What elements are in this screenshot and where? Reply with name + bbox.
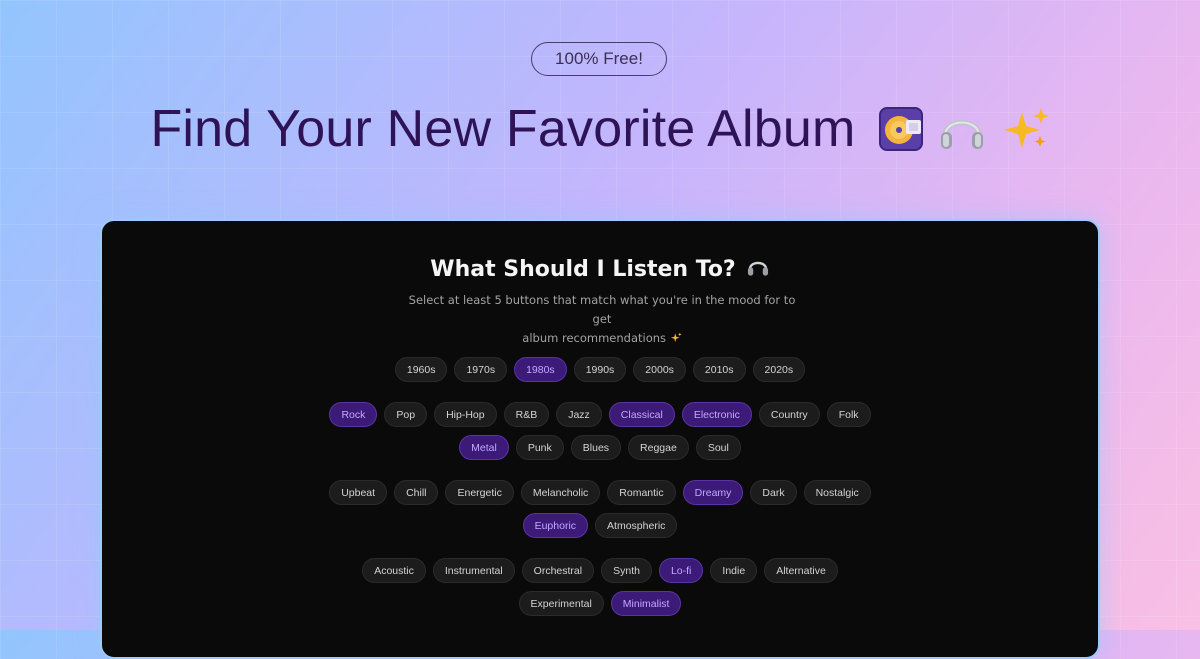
minidisc-icon <box>878 106 924 152</box>
mood-row-1: Upbeat Chill Energetic Melancholic Romantic D… <box>102 480 1098 505</box>
chip-jazz[interactable]: Jazz <box>556 402 602 427</box>
chip-romantic[interactable]: Romantic <box>607 480 676 505</box>
free-badge: 100% Free! <box>531 42 667 76</box>
chip-lo-fi[interactable]: Lo-fi <box>658 558 704 583</box>
title-emojis <box>878 106 1050 152</box>
chip-minimalist[interactable]: Minimalist <box>610 591 682 616</box>
chip-euphoric[interactable]: Euphoric <box>522 513 589 538</box>
headphones-icon <box>746 255 770 283</box>
chip-classical[interactable]: Classical <box>608 402 675 427</box>
chip-indie[interactable]: Indie <box>710 558 758 583</box>
chip-chill[interactable]: Chill <box>394 480 439 505</box>
decade-row: 1960s 1970s 1980s 1990s 2000s 2010s 2020s <box>102 357 1098 382</box>
chip-1980s[interactable]: 1980s <box>514 357 567 382</box>
chip-2010s[interactable]: 2010s <box>692 357 746 382</box>
chip-folk[interactable]: Folk <box>826 402 871 427</box>
headphones-icon <box>938 106 986 152</box>
chip-acoustic[interactable]: Acoustic <box>362 558 426 583</box>
recommendation-card: What Should I Listen To? Select at least… <box>100 219 1100 659</box>
chip-soul[interactable]: Soul <box>695 435 741 460</box>
chip-alternative[interactable]: Alternative <box>764 558 838 583</box>
chip-atmospheric[interactable]: Atmospheric <box>595 513 678 538</box>
chip-1960s[interactable]: 1960s <box>394 357 448 382</box>
card-subtitle: Select at least 5 buttons that match wha… <box>402 291 802 348</box>
style-row-2: Experimental Minimalist <box>102 591 1098 616</box>
chip-nostalgic[interactable]: Nostalgic <box>803 480 871 505</box>
sparkles-icon <box>1000 106 1050 152</box>
genre-row-1: Rock Pop Hip-Hop R&B Jazz Classical Electronic… <box>102 402 1098 427</box>
chip-pop[interactable]: Pop <box>384 402 428 427</box>
chip-experimental[interactable]: Experimental <box>518 591 604 616</box>
chip-r-b[interactable]: R&B <box>503 402 550 427</box>
subtitle-line-1: Select at least 5 buttons that match wha… <box>408 293 796 326</box>
genre-row-2: Metal Punk Blues Reggae Soul <box>102 435 1098 460</box>
mood-row-2: Euphoric Atmospheric <box>102 513 1098 538</box>
chip-blues[interactable]: Blues <box>570 435 622 460</box>
chip-electronic[interactable]: Electronic <box>681 402 752 427</box>
chip-dreamy[interactable]: Dreamy <box>682 480 744 505</box>
chip-dark[interactable]: Dark <box>750 480 797 505</box>
card-title-text: What Should I Listen To? <box>430 256 736 282</box>
chip-melancholic[interactable]: Melancholic <box>520 480 601 505</box>
chip-hip-hop[interactable]: Hip-Hop <box>434 402 497 427</box>
card-title: What Should I Listen To? <box>102 255 1098 283</box>
hero-headline: Find Your New Favorite Album <box>0 94 1200 164</box>
chip-upbeat[interactable]: Upbeat <box>329 480 388 505</box>
chip-1970s[interactable]: 1970s <box>454 357 508 382</box>
style-row-1: Acoustic Instrumental Orchestral Synth Lo-fi… <box>102 558 1098 583</box>
subtitle-line-2: album recommendations <box>522 331 667 345</box>
chip-synth[interactable]: Synth <box>601 558 652 583</box>
chip-2020s[interactable]: 2020s <box>752 357 806 382</box>
sparkles-icon <box>670 331 682 345</box>
chip-metal[interactable]: Metal <box>459 435 509 460</box>
chip-energetic[interactable]: Energetic <box>445 480 514 505</box>
chip-country[interactable]: Country <box>758 402 820 427</box>
chip-rock[interactable]: Rock <box>329 402 378 427</box>
page-title: Find Your New Favorite Album <box>150 100 856 158</box>
chip-reggae[interactable]: Reggae <box>628 435 689 460</box>
chip-1990s[interactable]: 1990s <box>573 357 627 382</box>
chip-instrumental[interactable]: Instrumental <box>432 558 515 583</box>
chip-punk[interactable]: Punk <box>515 435 564 460</box>
chip-2000s[interactable]: 2000s <box>633 357 686 382</box>
chip-orchestral[interactable]: Orchestral <box>521 558 595 583</box>
